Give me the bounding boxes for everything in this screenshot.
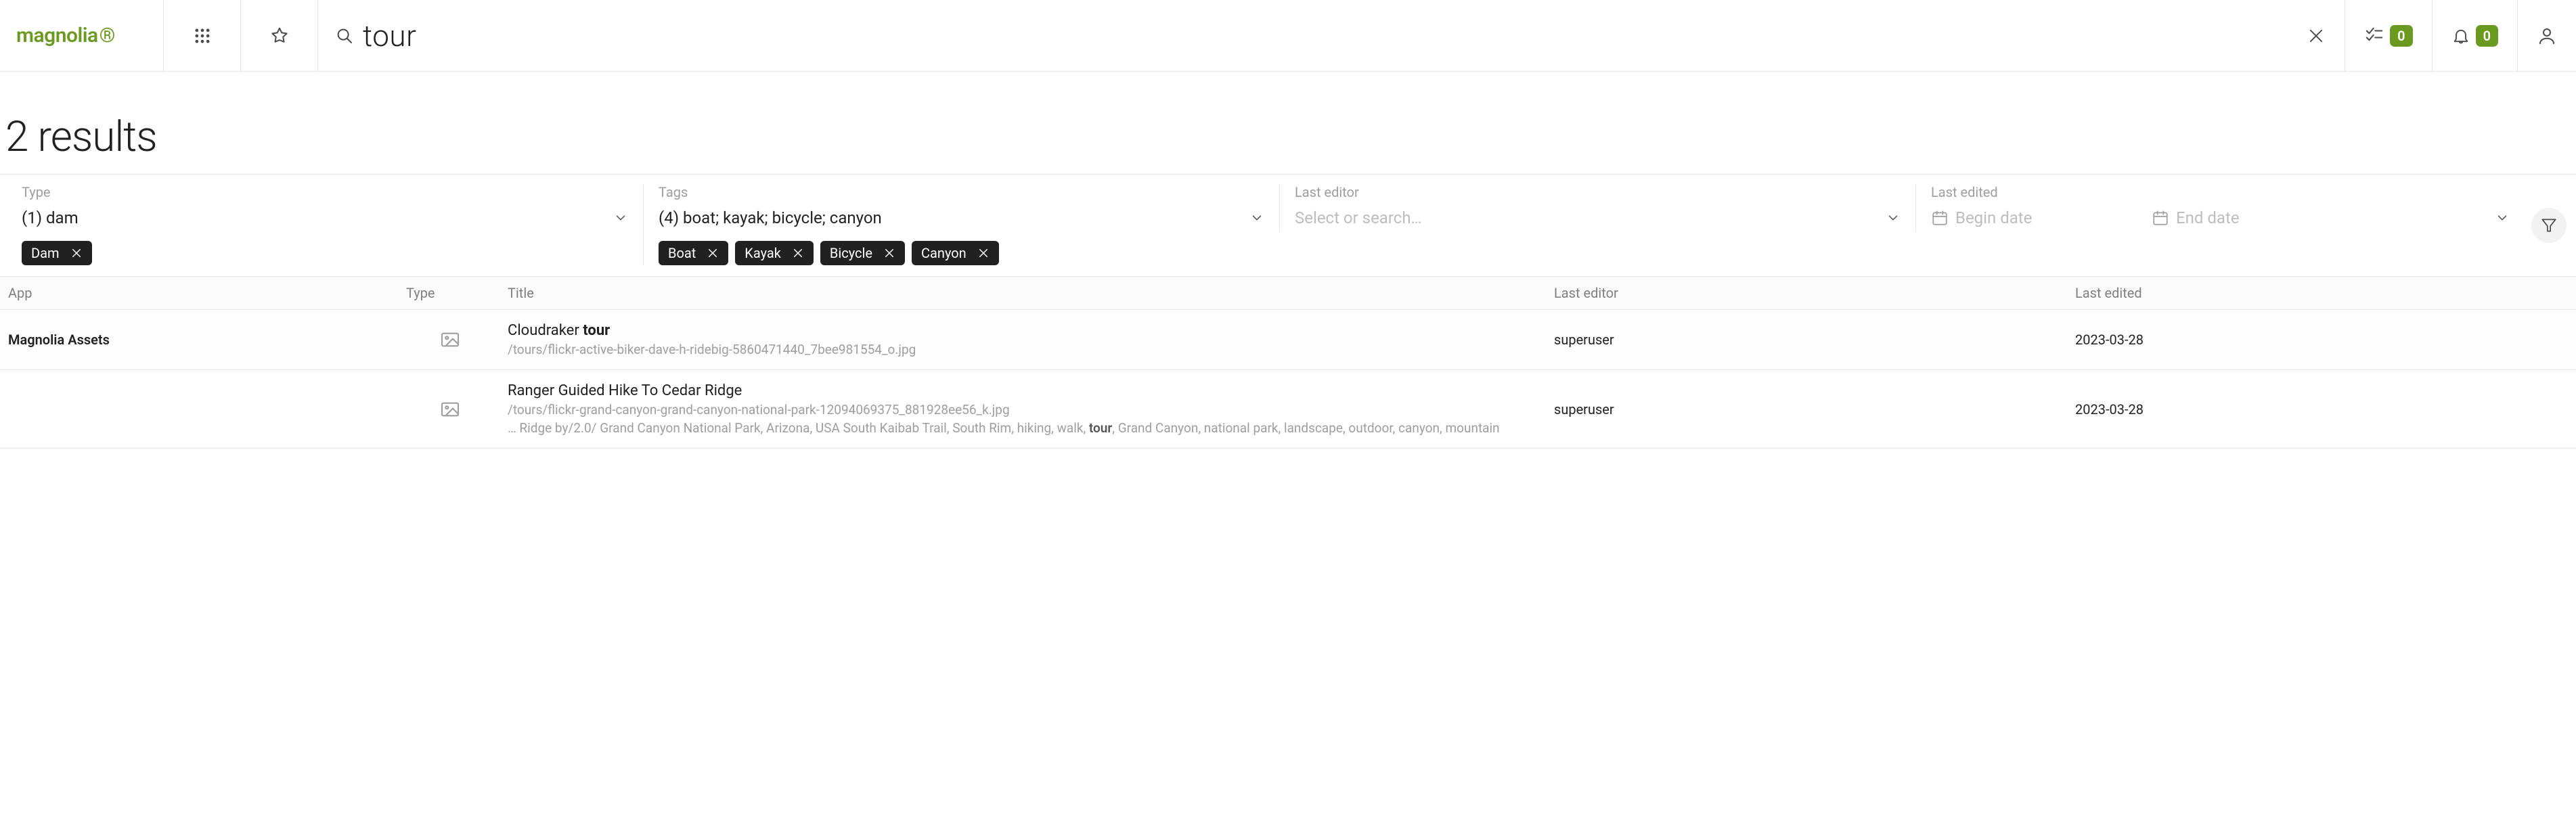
- table-row[interactable]: Magnolia Assets Cloudraker tour /tours/f…: [0, 310, 2576, 370]
- close-icon[interactable]: [883, 247, 895, 259]
- chip-bicycle[interactable]: Bicycle: [820, 241, 905, 265]
- close-icon[interactable]: [792, 247, 804, 259]
- row-title: Cloudraker tour /tours/flickr-active-bik…: [494, 322, 1554, 357]
- filter-type: Type (1) dam Dam: [7, 184, 643, 265]
- filter-type-summary: (1) dam: [22, 208, 79, 227]
- chip-dam[interactable]: Dam: [22, 241, 92, 265]
- bell-icon: [2451, 26, 2470, 45]
- row-app: Magnolia Assets: [0, 332, 406, 348]
- filter-icon: [2540, 217, 2558, 234]
- chevron-down-icon: [2495, 210, 2510, 225]
- image-icon: [439, 399, 461, 420]
- col-header-title: Title: [494, 285, 1554, 301]
- apps-launcher-button[interactable]: [164, 0, 241, 71]
- tasks-button[interactable]: 0: [2345, 0, 2431, 71]
- row-editor: superuser: [1554, 332, 2075, 348]
- notifications-badge: 0: [2476, 25, 2498, 47]
- star-outline-icon: [269, 26, 290, 46]
- col-header-date: Last edited: [2075, 285, 2576, 301]
- col-header-editor: Last editor: [1554, 285, 2075, 301]
- filter-type-select[interactable]: (1) dam: [22, 204, 628, 231]
- filter-last-edited: Last edited: [1915, 184, 2525, 231]
- row-title: Ranger Guided Hike To Cedar Ridge /tours…: [494, 382, 1554, 436]
- row-type-icon: [406, 399, 494, 420]
- filter-tags-chips: Boat Kayak Bicycle Canyon: [659, 241, 1264, 265]
- image-icon: [439, 329, 461, 351]
- filter-last-editor: Last editor Select or search…: [1279, 184, 1915, 231]
- chevron-down-icon: [613, 210, 628, 225]
- logo-text: magnolia: [16, 24, 98, 47]
- favorites-button[interactable]: [241, 0, 318, 71]
- notifications-button[interactable]: 0: [2432, 0, 2517, 71]
- top-bar: magnolia ® 0 0: [0, 0, 2576, 72]
- end-date-input[interactable]: [2176, 208, 2366, 227]
- chip-boat[interactable]: Boat: [659, 241, 728, 265]
- user-icon: [2537, 26, 2557, 46]
- global-search: [318, 0, 2288, 71]
- calendar-icon: [1931, 209, 1949, 227]
- close-icon[interactable]: [977, 247, 990, 259]
- filter-type-chips: Dam: [22, 241, 628, 265]
- chip-kayak[interactable]: Kayak: [735, 241, 814, 265]
- close-icon[interactable]: [70, 247, 83, 259]
- logo-dot: ®: [99, 24, 116, 47]
- begin-date-input[interactable]: [1955, 208, 2145, 227]
- chip-canyon[interactable]: Canyon: [912, 241, 999, 265]
- row-date: 2023-03-28: [2075, 401, 2576, 418]
- filter-editor-placeholder: Select or search…: [1295, 208, 1422, 227]
- results-table-header: App Type Title Last editor Last edited: [0, 277, 2576, 310]
- row-date: 2023-03-28: [2075, 332, 2576, 348]
- filter-date-label: Last edited: [1931, 184, 2510, 200]
- search-input[interactable]: [363, 18, 2271, 53]
- chevron-down-icon: [1249, 210, 1264, 225]
- logo[interactable]: magnolia ®: [0, 0, 164, 71]
- row-editor: superuser: [1554, 401, 2075, 418]
- checklist-icon: [2364, 26, 2384, 46]
- filter-bar: Type (1) dam Dam Tags (4) boat; kayak; b…: [0, 174, 2576, 277]
- apps-grid-icon: [193, 26, 212, 45]
- chevron-down-icon: [1886, 210, 1901, 225]
- filter-toggle-button[interactable]: [2531, 208, 2567, 243]
- close-icon: [2307, 26, 2326, 45]
- user-menu-button[interactable]: [2517, 0, 2576, 71]
- row-type-icon: [406, 329, 494, 351]
- tasks-badge: 0: [2390, 25, 2412, 47]
- col-header-type: Type: [406, 285, 494, 301]
- filter-tags-summary: (4) boat; kayak; bicycle; canyon: [659, 208, 882, 227]
- filter-editor-select[interactable]: Select or search…: [1295, 204, 1901, 231]
- search-icon: [334, 26, 355, 46]
- col-header-app: App: [0, 285, 406, 301]
- filter-editor-label: Last editor: [1295, 184, 1901, 200]
- clear-search-button[interactable]: [2288, 0, 2345, 71]
- filter-tags-select[interactable]: (4) boat; kayak; bicycle; canyon: [659, 204, 1264, 231]
- filter-type-label: Type: [22, 184, 628, 200]
- results-table-body: Magnolia Assets Cloudraker tour /tours/f…: [0, 310, 2576, 449]
- table-row[interactable]: Ranger Guided Hike To Cedar Ridge /tours…: [0, 370, 2576, 449]
- calendar-icon: [2152, 209, 2169, 227]
- results-heading: 2 results: [5, 112, 2576, 162]
- close-icon[interactable]: [707, 247, 719, 259]
- filter-tags-label: Tags: [659, 184, 1264, 200]
- filter-tags: Tags (4) boat; kayak; bicycle; canyon Bo…: [643, 184, 1279, 265]
